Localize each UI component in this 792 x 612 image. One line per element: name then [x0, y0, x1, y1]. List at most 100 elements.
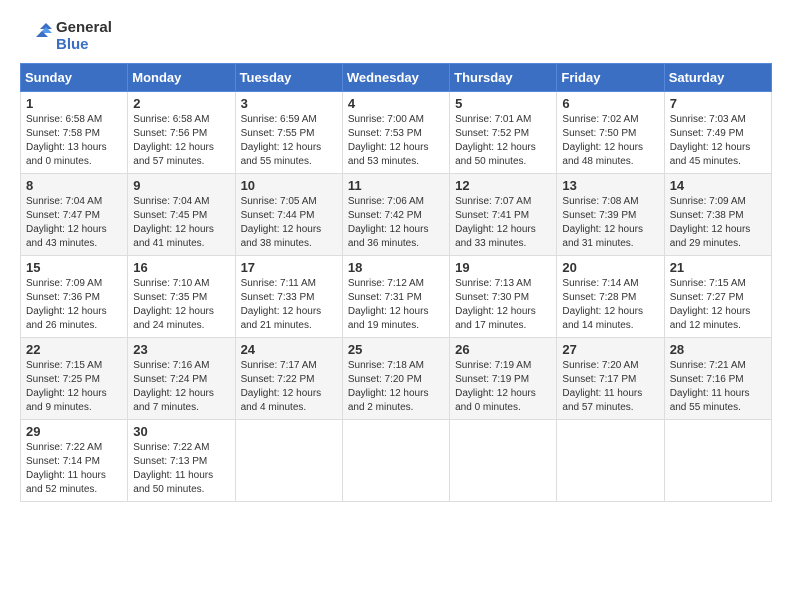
calendar-week-row: 22 Sunrise: 7:15 AMSunset: 7:25 PMDayligh…	[21, 338, 772, 420]
day-number: 26	[455, 342, 551, 357]
day-number: 29	[26, 424, 122, 439]
day-number: 4	[348, 96, 444, 111]
day-number: 13	[562, 178, 658, 193]
calendar-cell: 21Sunrise: 7:15 AMSunset: 7:27 PMDayligh…	[664, 256, 771, 338]
cell-content: Sunrise: 7:20 AMSunset: 7:17 PMDaylight:…	[562, 359, 658, 415]
day-number: 7	[670, 96, 766, 111]
calendar-cell: 20 Sunrise: 7:14 AMSunset: 7:28 PMDayligh…	[557, 256, 664, 338]
calendar-cell: 6 Sunrise: 7:02 AMSunset: 7:50 PMDaylight…	[557, 92, 664, 174]
cell-content: Sunrise: 7:07 AMSunset: 7:41 PMDaylight:…	[455, 195, 551, 251]
cell-content: Sunrise: 7:17 AMSunset: 7:22 PMDaylight:…	[241, 359, 337, 415]
cell-content: Sunrise: 7:01 AMSunset: 7:52 PMDaylight:…	[455, 113, 551, 169]
day-number: 6	[562, 96, 658, 111]
cell-content: Sunrise: 7:05 AMSunset: 7:44 PMDaylight:…	[241, 195, 337, 251]
page-header: General Blue	[20, 20, 772, 53]
calendar-header-row: SundayMondayTuesdayWednesdayThursdayFrid…	[21, 64, 772, 92]
day-number: 24	[241, 342, 337, 357]
logo: General Blue	[20, 20, 112, 53]
calendar-cell: 2 Sunrise: 6:58 AMSunset: 7:56 PMDaylight…	[128, 92, 235, 174]
cell-content: Sunrise: 7:22 AMSunset: 7:13 PMDaylight:…	[133, 441, 229, 497]
day-number: 10	[241, 178, 337, 193]
cell-content: Sunrise: 7:02 AMSunset: 7:50 PMDaylight:…	[562, 113, 658, 169]
day-number: 23	[133, 342, 229, 357]
cell-content: Sunrise: 7:12 AMSunset: 7:31 PMDaylight:…	[348, 277, 444, 333]
cell-content: Sunrise: 6:58 AMSunset: 7:58 PMDaylight:…	[26, 113, 122, 169]
day-number: 14	[670, 178, 766, 193]
calendar-table: SundayMondayTuesdayWednesdayThursdayFrid…	[20, 63, 772, 502]
day-number: 20	[562, 260, 658, 275]
cell-content: Sunrise: 7:04 AMSunset: 7:47 PMDaylight:…	[26, 195, 122, 251]
cell-content: Sunrise: 6:58 AMSunset: 7:56 PMDaylight:…	[133, 113, 229, 169]
calendar-cell: 14 Sunrise: 7:09 AMSunset: 7:38 PMDayligh…	[664, 174, 771, 256]
logo-text: General Blue	[56, 20, 112, 53]
day-number: 17	[241, 260, 337, 275]
calendar-cell: 7 Sunrise: 7:03 AMSunset: 7:49 PMDaylight…	[664, 92, 771, 174]
day-number: 15	[26, 260, 122, 275]
day-number: 25	[348, 342, 444, 357]
cell-content: Sunrise: 7:18 AMSunset: 7:20 PMDaylight:…	[348, 359, 444, 415]
day-number: 30	[133, 424, 229, 439]
calendar-cell: 29 Sunrise: 7:22 AMSunset: 7:14 PMDayligh…	[21, 420, 128, 502]
day-number: 16	[133, 260, 229, 275]
header-tuesday: Tuesday	[235, 64, 342, 92]
calendar-cell: 12Sunrise: 7:07 AMSunset: 7:41 PMDayligh…	[450, 174, 557, 256]
cell-content: Sunrise: 7:00 AMSunset: 7:53 PMDaylight:…	[348, 113, 444, 169]
calendar-cell: 15 Sunrise: 7:09 AMSunset: 7:36 PMDayligh…	[21, 256, 128, 338]
cell-content: Sunrise: 7:15 AMSunset: 7:27 PMDaylight:…	[670, 277, 766, 333]
calendar-cell: 3 Sunrise: 6:59 AMSunset: 7:55 PMDaylight…	[235, 92, 342, 174]
day-number: 19	[455, 260, 551, 275]
cell-content: Sunrise: 7:10 AMSunset: 7:35 PMDaylight:…	[133, 277, 229, 333]
calendar-week-row: 1 Sunrise: 6:58 AMSunset: 7:58 PMDaylight…	[21, 92, 772, 174]
header-sunday: Sunday	[21, 64, 128, 92]
calendar-cell: 9Sunrise: 7:04 AMSunset: 7:45 PMDaylight…	[128, 174, 235, 256]
calendar-cell: 30 Sunrise: 7:22 AMSunset: 7:13 PMDayligh…	[128, 420, 235, 502]
cell-content: Sunrise: 7:11 AMSunset: 7:33 PMDaylight:…	[241, 277, 337, 333]
cell-content: Sunrise: 6:59 AMSunset: 7:55 PMDaylight:…	[241, 113, 337, 169]
cell-content: Sunrise: 7:03 AMSunset: 7:49 PMDaylight:…	[670, 113, 766, 169]
day-number: 5	[455, 96, 551, 111]
calendar-week-row: 15 Sunrise: 7:09 AMSunset: 7:36 PMDayligh…	[21, 256, 772, 338]
calendar-cell: 23 Sunrise: 7:16 AMSunset: 7:24 PMDayligh…	[128, 338, 235, 420]
cell-content: Sunrise: 7:16 AMSunset: 7:24 PMDaylight:…	[133, 359, 229, 415]
cell-content: Sunrise: 7:09 AMSunset: 7:38 PMDaylight:…	[670, 195, 766, 251]
cell-content: Sunrise: 7:14 AMSunset: 7:28 PMDaylight:…	[562, 277, 658, 333]
header-saturday: Saturday	[664, 64, 771, 92]
calendar-cell: 28Sunrise: 7:21 AMSunset: 7:16 PMDayligh…	[664, 338, 771, 420]
day-number: 8	[26, 178, 122, 193]
header-wednesday: Wednesday	[342, 64, 449, 92]
calendar-cell: 24 Sunrise: 7:17 AMSunset: 7:22 PMDayligh…	[235, 338, 342, 420]
day-number: 9	[133, 178, 229, 193]
day-number: 11	[348, 178, 444, 193]
cell-content: Sunrise: 7:15 AMSunset: 7:25 PMDaylight:…	[26, 359, 122, 415]
day-number: 3	[241, 96, 337, 111]
cell-content: Sunrise: 7:09 AMSunset: 7:36 PMDaylight:…	[26, 277, 122, 333]
header-thursday: Thursday	[450, 64, 557, 92]
cell-content: Sunrise: 7:13 AMSunset: 7:30 PMDaylight:…	[455, 277, 551, 333]
cell-content: Sunrise: 7:06 AMSunset: 7:42 PMDaylight:…	[348, 195, 444, 251]
calendar-cell: 18 Sunrise: 7:12 AMSunset: 7:31 PMDayligh…	[342, 256, 449, 338]
calendar-cell: 13 Sunrise: 7:08 AMSunset: 7:39 PMDayligh…	[557, 174, 664, 256]
calendar-cell	[235, 420, 342, 502]
calendar-cell: 8 Sunrise: 7:04 AMSunset: 7:47 PMDaylight…	[21, 174, 128, 256]
calendar-cell	[557, 420, 664, 502]
calendar-week-row: 8 Sunrise: 7:04 AMSunset: 7:47 PMDaylight…	[21, 174, 772, 256]
calendar-cell: 1 Sunrise: 6:58 AMSunset: 7:58 PMDaylight…	[21, 92, 128, 174]
calendar-cell	[450, 420, 557, 502]
calendar-cell	[342, 420, 449, 502]
calendar-cell: 22 Sunrise: 7:15 AMSunset: 7:25 PMDayligh…	[21, 338, 128, 420]
day-number: 18	[348, 260, 444, 275]
day-number: 1	[26, 96, 122, 111]
cell-content: Sunrise: 7:08 AMSunset: 7:39 PMDaylight:…	[562, 195, 658, 251]
logo-general: General	[56, 19, 112, 36]
day-number: 2	[133, 96, 229, 111]
calendar-cell: 25 Sunrise: 7:18 AMSunset: 7:20 PMDayligh…	[342, 338, 449, 420]
day-number: 22	[26, 342, 122, 357]
cell-content: Sunrise: 7:19 AMSunset: 7:19 PMDaylight:…	[455, 359, 551, 415]
logo-container: General Blue	[20, 20, 112, 53]
logo-bird-icon	[20, 21, 52, 53]
calendar-cell: 16 Sunrise: 7:10 AMSunset: 7:35 PMDayligh…	[128, 256, 235, 338]
calendar-cell: 19 Sunrise: 7:13 AMSunset: 7:30 PMDayligh…	[450, 256, 557, 338]
cell-content: Sunrise: 7:22 AMSunset: 7:14 PMDaylight:…	[26, 441, 122, 497]
calendar-cell	[664, 420, 771, 502]
logo-blue: Blue	[56, 36, 89, 53]
